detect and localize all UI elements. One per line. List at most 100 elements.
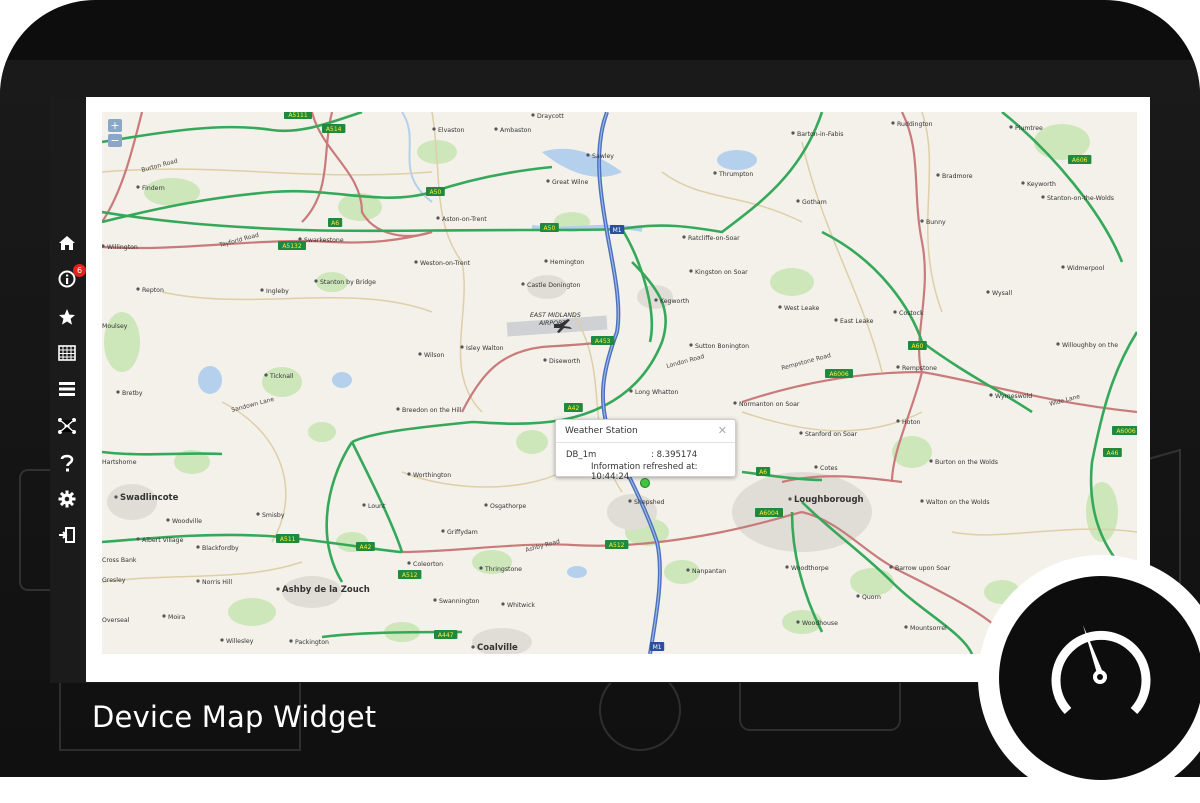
place-dot — [544, 259, 548, 263]
place-label: Ambaston — [500, 127, 531, 134]
place-dot — [799, 431, 803, 435]
road-shield-label: A5132 — [282, 243, 302, 250]
place-label: Great Wilne — [552, 179, 589, 186]
place-dot — [920, 219, 924, 223]
place-dot — [686, 568, 690, 572]
place-label: Swarkestone — [304, 237, 344, 244]
place-dot — [471, 645, 475, 649]
place-dot — [929, 459, 933, 463]
place-label: Bretby — [122, 390, 143, 397]
star-icon[interactable] — [56, 306, 78, 328]
place-label: Long Whatton — [635, 389, 678, 396]
place-label: Willoughby on the — [1062, 342, 1118, 349]
place-dot — [796, 620, 800, 624]
place-label: Griffydam — [447, 529, 478, 536]
place-label: Kegworth — [660, 298, 689, 305]
place-label: Smisby — [262, 512, 285, 519]
place-dot — [796, 199, 800, 203]
place-label: Woodhouse — [802, 620, 838, 627]
road-shield-label: A46 — [1107, 450, 1119, 457]
place-dot — [1041, 195, 1045, 199]
place-dot — [936, 173, 940, 177]
place-label: Wysall — [992, 290, 1012, 297]
place-label: Aston-on-Trent — [442, 216, 487, 223]
sidebar: 6 — [50, 226, 86, 556]
place-label: Hemington — [550, 259, 584, 266]
place-dot — [460, 345, 464, 349]
place-label: Plumtree — [1015, 125, 1043, 132]
list-icon[interactable] — [56, 378, 78, 400]
place-dot — [785, 565, 789, 569]
place-label: Swadlincote — [120, 493, 179, 503]
zoom-in-button[interactable]: + — [108, 119, 122, 132]
place-dot — [441, 529, 445, 533]
gear-icon[interactable] — [56, 488, 78, 510]
place-label: Isley Walton — [466, 345, 504, 352]
place-dot — [136, 287, 140, 291]
road-shield-label: A6 — [331, 220, 339, 227]
place-label: Normanton on Soar — [739, 401, 800, 408]
place-label: Albert Village — [142, 537, 184, 544]
place-dot — [989, 393, 993, 397]
road-shield-label: M1 — [613, 227, 622, 234]
place-dot — [682, 235, 686, 239]
place-label: Moira — [168, 614, 185, 621]
help-icon[interactable] — [56, 452, 78, 474]
place-label: Shepshed — [634, 499, 665, 506]
place-dot — [904, 625, 908, 629]
device-marker[interactable] — [640, 478, 650, 488]
place-label: Diseworth — [549, 358, 580, 365]
place-dot — [196, 579, 200, 583]
place-label: Thringstone — [484, 566, 522, 573]
road-shield-label: A5111 — [288, 112, 308, 119]
place-label: Cross Bank — [102, 557, 137, 564]
road-shield-label: M1 — [653, 644, 662, 651]
place-dot — [1056, 342, 1060, 346]
place-dot — [629, 389, 633, 393]
place-dot — [1021, 181, 1025, 185]
sensor-name: DB_1m — [566, 450, 597, 460]
place-dot — [713, 171, 717, 175]
place-label: Keyworth — [1027, 181, 1056, 188]
calendar-grid-icon[interactable] — [56, 342, 78, 364]
place-dot — [314, 279, 318, 283]
place-dot — [362, 503, 366, 507]
place-dot — [733, 401, 737, 405]
place-label: Norris Hill — [202, 579, 232, 586]
road-shield-label: A453 — [595, 338, 611, 345]
place-dot — [788, 497, 792, 501]
place-label: Ruddington — [897, 121, 933, 128]
zoom-out-button[interactable]: − — [108, 134, 122, 147]
place-dot — [889, 565, 893, 569]
place-dot — [689, 343, 693, 347]
road-name-label: Ashby Road — [525, 538, 561, 554]
place-label: Nanpantan — [692, 568, 726, 575]
home-icon[interactable] — [56, 232, 78, 254]
network-icon[interactable] — [56, 415, 78, 437]
place-label: Repton — [142, 287, 164, 294]
place-label: Weston-on-Trent — [420, 260, 471, 267]
motorway-m1 — [597, 112, 662, 654]
place-dot — [501, 602, 505, 606]
info-icon[interactable]: 6 — [56, 264, 86, 290]
place-label: Coleorton — [413, 561, 443, 568]
road-name-label: Tayforld Road — [218, 232, 260, 250]
place-label: Gotham — [802, 199, 827, 206]
place-label: Mountsorrel — [910, 625, 947, 632]
place-dot — [791, 131, 795, 135]
road-shield-label: A42 — [360, 544, 372, 551]
place-label: Walton on the Wolds — [926, 499, 990, 506]
road-shield-label: A50 — [544, 225, 556, 232]
place-label: Gresley — [102, 577, 126, 584]
close-icon[interactable]: ✕ — [718, 424, 727, 437]
place-label: Castle Donington — [527, 282, 581, 289]
place-dot — [654, 298, 658, 302]
road-shield-label: A511 — [280, 536, 296, 543]
road-name-label: London Road — [666, 353, 706, 370]
place-label: Costock — [899, 310, 924, 317]
place-label: Elvaston — [438, 127, 465, 134]
place-dot — [1009, 125, 1013, 129]
place-dot — [479, 566, 483, 570]
place-label: Wymeswold — [995, 393, 1032, 400]
logout-icon[interactable] — [56, 524, 78, 546]
